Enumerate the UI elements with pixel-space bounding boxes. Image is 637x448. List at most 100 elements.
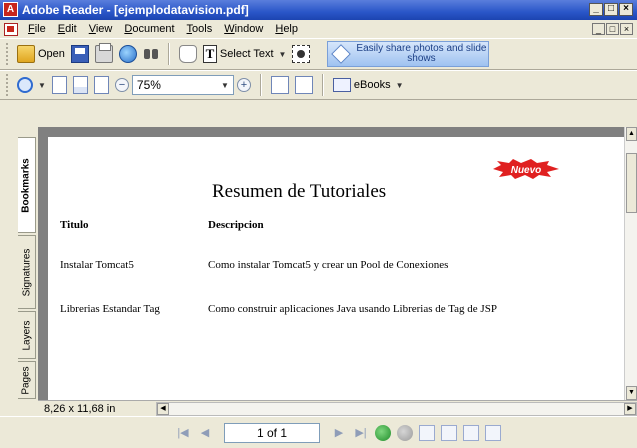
zoom-select[interactable]: 75% ▼ <box>131 75 234 95</box>
scroll-up-arrow-icon[interactable]: ▲ <box>626 127 637 141</box>
scroll-right-arrow-icon[interactable]: ▶ <box>624 402 636 415</box>
file-toolbar: Open T Select Text ▼ Easily share photos… <box>0 38 637 70</box>
next-page-icon[interactable]: ▶ <box>331 425 347 441</box>
toolbar-separator <box>259 74 262 96</box>
close-button[interactable]: × <box>619 3 633 16</box>
select-text-label: Select Text <box>219 48 274 60</box>
toolbar-grip[interactable] <box>6 74 10 96</box>
tab-signatures-label: Signatures <box>21 248 32 296</box>
magnifier-icon <box>17 77 33 93</box>
row-1-description: Como instalar Tomcat5 y crear un Pool de… <box>208 259 449 271</box>
continuous-layout-icon[interactable] <box>441 424 457 441</box>
fit-width-button[interactable] <box>91 73 112 97</box>
row-1-title: Instalar Tomcat5 <box>60 259 134 271</box>
ebooks-icon <box>332 78 351 92</box>
zoom-value: 75% <box>136 78 161 92</box>
doc-minimize-button[interactable]: _ <box>592 23 605 35</box>
tab-signatures[interactable]: Signatures <box>18 235 36 309</box>
hand-tool-button[interactable] <box>176 42 200 66</box>
first-page-icon[interactable]: |◀ <box>175 425 191 441</box>
tab-bookmarks[interactable]: Bookmarks <box>18 137 36 233</box>
tab-layers-label: Layers <box>21 319 33 351</box>
rotate-clockwise-icon <box>270 76 289 94</box>
actual-size-button[interactable] <box>49 73 70 97</box>
menu-file[interactable]: File <box>22 23 52 35</box>
open-button[interactable]: Open <box>14 42 68 66</box>
open-label: Open <box>38 48 65 60</box>
fit-page-button[interactable] <box>70 73 91 97</box>
column-header-titulo: Titulo <box>60 219 89 231</box>
menu-bar: File Edit View Document Tools Window Hel… <box>0 20 637 38</box>
document-icon[interactable] <box>4 22 18 36</box>
email-icon <box>118 45 137 63</box>
tab-pages-label: Pages <box>21 365 33 395</box>
scroll-down-arrow-icon[interactable]: ▼ <box>626 386 637 400</box>
minus-icon: − <box>114 78 129 92</box>
tab-pages[interactable]: Pages <box>18 361 36 399</box>
search-button[interactable] <box>140 42 162 66</box>
tab-bookmarks-label: Bookmarks <box>21 157 32 213</box>
printer-icon <box>94 43 113 63</box>
zoom-out-button[interactable]: − <box>112 73 132 97</box>
vertical-scroll-thumb[interactable] <box>626 153 637 213</box>
menu-window[interactable]: Window <box>218 23 269 35</box>
doc-restore-button[interactable]: □ <box>606 23 619 35</box>
pdf-page[interactable]: Resumen de Tutoriales Nuevo Titulo Descr… <box>48 137 624 407</box>
maximize-button[interactable]: □ <box>604 3 618 16</box>
share-photos-button[interactable]: Easily share photos and slide shows <box>327 41 490 67</box>
email-button[interactable] <box>116 42 140 66</box>
navigation-pane-tabs: Bookmarks Signatures Layers Pages <box>0 127 38 400</box>
zoom-in-button[interactable]: + <box>234 73 254 97</box>
text-select-icon: T <box>202 45 217 63</box>
rotate-counterclockwise-button[interactable] <box>292 73 316 97</box>
single-page-layout-icon[interactable] <box>419 424 435 441</box>
minimize-button[interactable]: _ <box>589 3 603 16</box>
column-header-descripcion: Descripcion <box>208 219 264 231</box>
previous-page-icon[interactable]: ◀ <box>197 425 213 441</box>
ebooks-label: eBooks <box>353 79 391 91</box>
go-forward-icon[interactable] <box>397 424 413 441</box>
page-number-field[interactable]: 1 of 1 <box>224 422 320 443</box>
chevron-down-icon[interactable]: ▼ <box>279 50 287 59</box>
page-icon <box>51 76 67 94</box>
rotate-clockwise-button[interactable] <box>268 73 292 97</box>
document-viewport[interactable]: Resumen de Tutoriales Nuevo Titulo Descr… <box>38 127 624 407</box>
menu-edit[interactable]: Edit <box>52 23 83 35</box>
horizontal-scrollbar[interactable]: ◀ ▶ <box>156 401 637 416</box>
snapshot-icon <box>292 45 311 63</box>
select-text-button[interactable]: T Select Text ▼ <box>200 42 290 66</box>
row-2-description: Como construir aplicaciones Java usando … <box>208 303 497 315</box>
adobe-reader-window: A Adobe Reader - [ejemplodatavision.pdf]… <box>0 0 637 448</box>
last-page-icon[interactable]: ▶| <box>353 425 369 441</box>
continuous-facing-layout-icon[interactable] <box>485 424 501 441</box>
menu-tools[interactable]: Tools <box>181 23 219 35</box>
promo-label: Easily share photos and slide shows <box>356 43 487 64</box>
facing-layout-icon[interactable] <box>463 424 479 441</box>
hand-icon <box>178 45 197 63</box>
vertical-scrollbar[interactable]: ▲ ▼ <box>624 127 637 400</box>
scroll-left-arrow-icon[interactable]: ◀ <box>157 402 169 415</box>
chevron-down-icon[interactable]: ▼ <box>38 81 46 90</box>
tab-layers[interactable]: Layers <box>18 311 36 359</box>
snapshot-button[interactable] <box>289 42 313 66</box>
chevron-down-icon: ▼ <box>395 80 404 90</box>
go-back-icon[interactable] <box>375 424 391 441</box>
page-navigation-bar: |◀ ◀ 1 of 1 ▶ ▶| <box>0 416 637 448</box>
menu-help[interactable]: Help <box>269 23 304 35</box>
page-size-indicator: 8,26 x 11,68 in <box>38 403 156 415</box>
doc-close-button[interactable]: × <box>620 23 633 35</box>
title-bar: A Adobe Reader - [ejemplodatavision.pdf]… <box>0 0 637 20</box>
toolbar-grip[interactable] <box>6 43 10 65</box>
toolbar-separator <box>321 74 324 96</box>
menu-view[interactable]: View <box>83 23 119 35</box>
save-button[interactable] <box>68 42 92 66</box>
ebooks-button[interactable]: eBooks ▼ <box>330 73 407 97</box>
folder-icon <box>17 45 35 63</box>
zoom-toolbar: ▼ − 75% ▼ + eBooks ▼ <box>0 70 637 100</box>
save-icon <box>70 45 89 63</box>
rotate-counterclockwise-icon <box>294 76 313 94</box>
document-window-controls: _ □ × <box>592 23 633 35</box>
print-button[interactable] <box>92 42 116 66</box>
menu-document[interactable]: Document <box>118 23 180 35</box>
zoom-tool-button[interactable]: ▼ <box>14 73 49 97</box>
